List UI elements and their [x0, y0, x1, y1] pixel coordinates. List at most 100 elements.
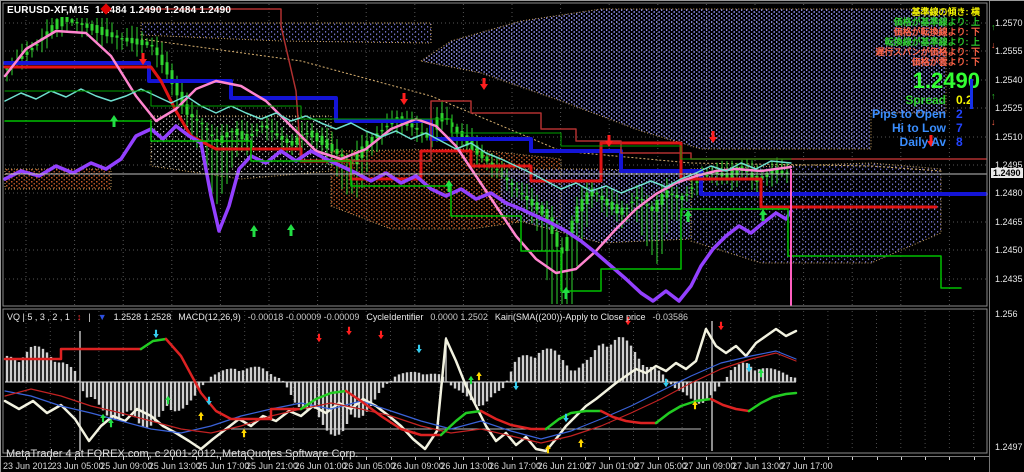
histogram-bar: [42, 349, 44, 382]
panel-down-arrow-icon: [513, 382, 519, 390]
candle-body: [221, 136, 224, 143]
candle-body: [246, 134, 249, 141]
histogram-bar: [290, 382, 292, 395]
axis-tick-mark: [488, 457, 489, 460]
histogram-bar: [210, 377, 212, 382]
candle-body: [506, 178, 509, 181]
axis-tick-mark: [804, 457, 805, 460]
sell-signal-arrow-icon: [605, 135, 613, 147]
histogram-bar: [662, 375, 664, 382]
histogram-bar: [586, 360, 588, 382]
histogram-bar: [222, 370, 224, 382]
panel-down-arrow-icon: [346, 327, 352, 335]
histogram-bar: [242, 370, 244, 382]
axis-tick-mark: [852, 457, 853, 460]
panel-down-arrow-icon: [153, 330, 159, 338]
histogram-bar: [730, 370, 732, 382]
candle-body: [601, 196, 604, 200]
time-axis-label: 25 Jun 13:00: [149, 461, 201, 471]
panel-down-arrow-icon: [718, 322, 724, 330]
candle-body: [156, 47, 159, 55]
time-axis-label: 27 Jun 01:00: [586, 461, 638, 471]
histogram-bar: [706, 382, 708, 399]
candle-body: [616, 204, 619, 213]
candle-body: [661, 194, 664, 205]
histogram-bar: [218, 372, 220, 382]
time-axis-label: 25 Jun 09:00: [100, 461, 152, 471]
stat-value: 7: [956, 121, 980, 135]
indicator-header-part: Kairi(SMA((200))-Apply to Close price: [495, 312, 646, 322]
axis-tick-mark: [779, 457, 780, 460]
histogram-bar: [142, 382, 144, 427]
histogram-bar: [378, 382, 380, 393]
axis-tick-mark: [901, 457, 902, 460]
histogram-bar: [374, 382, 376, 400]
histogram-bar: [226, 369, 228, 382]
histogram-bar: [490, 382, 492, 397]
candle-body: [626, 208, 629, 210]
histogram-bar: [514, 362, 516, 382]
stat-value: 0.2: [956, 93, 980, 107]
scale-down-arrow-icon: ↓: [991, 40, 996, 50]
candle-body: [781, 171, 784, 174]
histogram-bar: [150, 382, 152, 426]
stat-row: Hi to Low7: [872, 121, 980, 135]
histogram-bar: [390, 381, 392, 382]
candle-body: [121, 38, 124, 40]
chart-canvas[interactable]: [1, 1, 989, 472]
histogram-bar: [18, 362, 20, 382]
ichimoku-status-line: 遅行スパンが価格より: 下: [872, 47, 980, 57]
price-scale-tick: 1.2540: [995, 75, 1023, 85]
stat-label: Spread: [905, 93, 946, 107]
histogram-bar: [262, 368, 264, 382]
ichimoku-status-line: 価格が雲より: 下: [872, 57, 980, 67]
candle-body: [151, 45, 154, 47]
candle-body: [226, 132, 229, 137]
blue-range-bar: [970, 79, 973, 109]
histogram-bar: [554, 351, 556, 382]
histogram-bar: [282, 381, 284, 382]
histogram-bar: [50, 357, 52, 382]
histogram-bar: [174, 382, 176, 411]
candle-body: [276, 133, 279, 135]
histogram-bar: [266, 371, 268, 382]
candle-body: [646, 204, 649, 206]
axis-tick-mark: [828, 457, 829, 460]
histogram-bar: [582, 364, 584, 382]
histogram-bar: [630, 346, 632, 382]
candle-body: [656, 200, 659, 212]
histogram-bar: [770, 368, 772, 382]
histogram-bar: [450, 382, 452, 385]
histogram-bar: [694, 382, 696, 402]
candle-body: [266, 125, 269, 128]
histogram-bar: [498, 382, 500, 391]
price-scale[interactable]: 1.25701.25551.25401.25251.25101.24951.24…: [989, 1, 1024, 472]
candle-body: [286, 139, 289, 143]
histogram-bar: [110, 382, 112, 419]
time-axis-label: 27 Jun 05:00: [635, 461, 687, 471]
candle-body: [281, 136, 284, 140]
histogram-bar: [202, 382, 204, 385]
candle-body: [231, 131, 234, 133]
indicator-header: VQ | 5 , 3 , 2 , 1↕|▼1.2528 1.2528MACD(1…: [7, 312, 695, 322]
axis-tick-mark: [439, 457, 440, 460]
current-price-badge: 1.2490: [991, 168, 1023, 178]
histogram-bar: [778, 371, 780, 382]
histogram-bar: [726, 377, 728, 382]
candle-body: [641, 199, 644, 201]
panel-up-arrow-icon: [578, 439, 584, 447]
ichimoku-status-line: 基準線の傾き: 横: [872, 7, 980, 17]
candle-body: [26, 52, 29, 55]
histogram-bar: [254, 367, 256, 382]
histogram-bar: [658, 371, 660, 382]
candle-body: [511, 183, 514, 185]
stat-value: 2: [956, 107, 980, 121]
histogram-bar: [334, 382, 336, 436]
time-axis-label: 26 Jun 09:00: [392, 461, 444, 471]
candle-body: [251, 134, 254, 136]
candle-body: [576, 206, 579, 222]
axis-tick-mark: [585, 457, 586, 460]
ichimoku-status-line: 価格が転換線より: 下: [872, 27, 980, 37]
ichimoku-status-line: 転換線が基準線より: 上: [872, 37, 980, 47]
histogram-bar: [158, 382, 160, 417]
